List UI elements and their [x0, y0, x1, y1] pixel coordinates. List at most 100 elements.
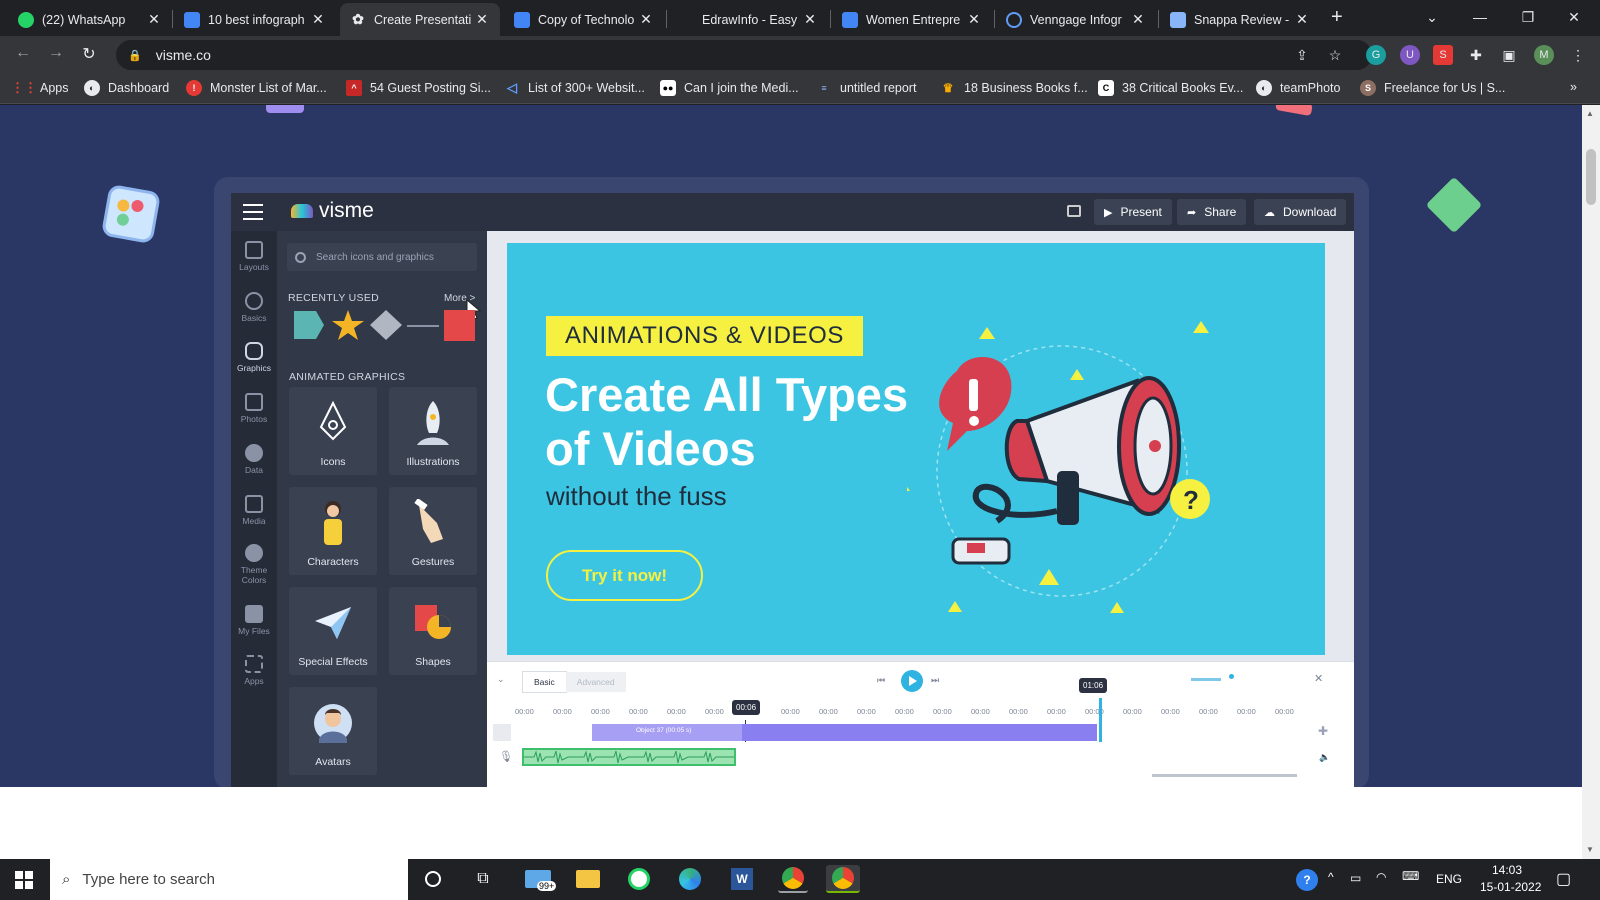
zoom-slider[interactable]	[1191, 678, 1221, 681]
minimize-icon[interactable]: —	[1458, 4, 1502, 30]
tab-technology[interactable]: Copy of Technolo ✕	[504, 3, 664, 36]
tile-icons[interactable]: Icons	[289, 387, 377, 475]
tab-infographics[interactable]: 10 best infograph ✕	[174, 3, 336, 36]
rail-my-files[interactable]: My Files	[231, 605, 277, 636]
new-tab-icon[interactable]: +	[1331, 6, 1343, 29]
extension-icon[interactable]: U	[1400, 45, 1420, 65]
bookmark-monster-list[interactable]: ! Monster List of Mar...	[186, 80, 327, 96]
scroll-up-icon[interactable]: ▲	[1586, 109, 1594, 118]
tile-illustrations[interactable]: Illustrations	[389, 387, 477, 475]
try-it-now-button[interactable]: Try it now!	[546, 550, 703, 601]
bookmark-list-300[interactable]: ◁ List of 300+ Websit...	[504, 80, 645, 96]
recent-star-shape[interactable]	[331, 309, 365, 341]
close-icon[interactable]: ✕	[310, 11, 326, 28]
rail-media[interactable]: Media	[231, 495, 277, 526]
tab-advanced[interactable]: Advanced	[565, 672, 626, 692]
tile-characters[interactable]: Characters	[289, 487, 377, 575]
tab-venngage[interactable]: Venngage Infogr ✕	[996, 3, 1156, 36]
close-icon[interactable]: ✕	[638, 11, 654, 28]
scrollbar-thumb[interactable]	[1586, 149, 1596, 205]
mail-icon[interactable]: 99+	[523, 865, 557, 893]
present-button[interactable]: ▶ Present	[1094, 199, 1172, 225]
tile-gestures[interactable]: Gestures	[389, 487, 477, 575]
tab-whatsapp[interactable]: (22) WhatsApp ✕	[8, 3, 172, 36]
menu-kebab-icon[interactable]: ⋮	[1568, 45, 1588, 65]
word-icon[interactable]: W	[727, 865, 757, 893]
rail-layouts[interactable]: Layouts	[231, 241, 277, 272]
rail-theme-colors[interactable]: Theme Colors	[231, 544, 277, 585]
end-marker[interactable]	[1099, 698, 1102, 742]
taskbar-search-box[interactable]: ⌕ Type here to search	[50, 859, 408, 900]
chrome-active-icon[interactable]	[826, 865, 860, 893]
close-icon[interactable]: ✕	[966, 11, 982, 28]
more-bookmarks-icon[interactable]: »	[1570, 80, 1577, 94]
tab-snappa[interactable]: Snappa Review - ✕	[1160, 3, 1320, 36]
cortana-icon[interactable]	[418, 865, 448, 893]
tab-edrawinfo[interactable]: EdrawInfo - Easy ✕	[668, 3, 828, 36]
reload-icon[interactable]: ↻	[78, 44, 100, 64]
close-icon[interactable]: ✕	[146, 11, 162, 28]
tile-shapes[interactable]: Shapes	[389, 587, 477, 675]
volume-icon[interactable]: 🔈	[1319, 752, 1330, 763]
scroll-down-icon[interactable]: ▼	[1586, 845, 1594, 854]
bookmark-star-icon[interactable]: ☆	[1325, 45, 1345, 65]
bookmark-critical-books[interactable]: C 38 Critical Books Ev...	[1098, 80, 1243, 96]
close-window-icon[interactable]: ✕	[1552, 4, 1596, 30]
recent-diamond-shape[interactable]	[369, 309, 403, 341]
recent-pentagon-shape[interactable]	[292, 309, 326, 341]
bookmark-untitled-report[interactable]: ≡ untitled report	[816, 80, 916, 96]
skip-forward-icon[interactable]: ⏭	[931, 675, 939, 686]
chrome-icon[interactable]	[778, 865, 808, 893]
address-bar[interactable]: 🔒 visme.co	[116, 40, 1372, 70]
rail-data[interactable]: Data	[231, 444, 277, 475]
comment-icon[interactable]	[1067, 205, 1081, 217]
grammarly-extension-icon[interactable]: G	[1366, 45, 1386, 65]
extension-s-icon[interactable]: S	[1433, 45, 1453, 65]
page-scrollbar[interactable]: ▲ ▼	[1582, 105, 1600, 859]
rail-photos[interactable]: Photos	[231, 393, 277, 424]
extensions-puzzle-icon[interactable]: ✚	[1466, 45, 1486, 65]
share-page-icon[interactable]: ⇪	[1292, 45, 1312, 65]
battery-icon[interactable]: ▭	[1350, 871, 1361, 885]
search-input[interactable]: Search icons and graphics	[287, 243, 477, 271]
rail-graphics[interactable]: Graphics	[231, 342, 277, 373]
clock-date[interactable]: 15-01-2022	[1480, 880, 1541, 894]
play-button[interactable]	[901, 670, 923, 692]
tray-chevron-icon[interactable]: ^	[1328, 870, 1334, 884]
tab-search-icon[interactable]: ⌄	[1410, 4, 1454, 30]
close-icon[interactable]: ✕	[1130, 11, 1146, 28]
bookmark-apps[interactable]: ⋮⋮ Apps	[11, 80, 69, 96]
keyboard-icon[interactable]: ⌨	[1402, 869, 1419, 883]
tab-visme[interactable]: ✿ Create Presentati ✕	[340, 3, 500, 36]
whatsapp-taskbar-icon[interactable]	[624, 865, 654, 893]
bookmark-medium[interactable]: ●● Can I join the Medi...	[660, 80, 799, 96]
edge-icon[interactable]	[675, 865, 705, 893]
microphone-icon[interactable]: 🎙	[499, 750, 513, 763]
add-track-icon[interactable]: ✚	[1318, 724, 1328, 738]
bookmark-freelance[interactable]: S Freelance for Us | S...	[1360, 80, 1505, 96]
close-icon[interactable]: ✕	[1294, 11, 1310, 28]
recent-square-shape[interactable]	[444, 310, 475, 341]
start-button[interactable]	[0, 859, 48, 900]
bookmark-guest-posting[interactable]: ^ 54 Guest Posting Si...	[346, 80, 491, 96]
notifications-icon[interactable]: ▢	[1556, 869, 1571, 889]
close-icon[interactable]: ✕	[474, 11, 490, 28]
bookmark-business-books[interactable]: ♛ 18 Business Books f...	[940, 80, 1088, 96]
file-explorer-icon[interactable]	[573, 865, 603, 893]
tile-avatars[interactable]: Avatars	[289, 687, 377, 775]
clock-time[interactable]: 14:03	[1492, 863, 1522, 877]
recent-line-shape[interactable]	[407, 325, 439, 327]
download-button[interactable]: ☁ Download	[1254, 199, 1347, 225]
rail-apps[interactable]: Apps	[231, 655, 277, 686]
close-icon[interactable]: ✕	[802, 11, 818, 28]
share-button[interactable]: ➦ Share	[1177, 199, 1247, 225]
collapse-chevron-icon[interactable]: ⌄	[497, 674, 505, 685]
forward-icon[interactable]: →	[45, 44, 67, 62]
restore-icon[interactable]: ❐	[1506, 4, 1550, 30]
back-icon[interactable]: ←	[12, 44, 34, 62]
wifi-icon[interactable]: ◠	[1376, 870, 1386, 884]
zoom-slider-knob[interactable]	[1229, 674, 1234, 679]
close-timeline-icon[interactable]: ✕	[1314, 672, 1323, 685]
object-track[interactable]: Object 37 (00:05 s)	[592, 724, 1097, 741]
hamburger-menu-icon[interactable]	[243, 204, 263, 220]
